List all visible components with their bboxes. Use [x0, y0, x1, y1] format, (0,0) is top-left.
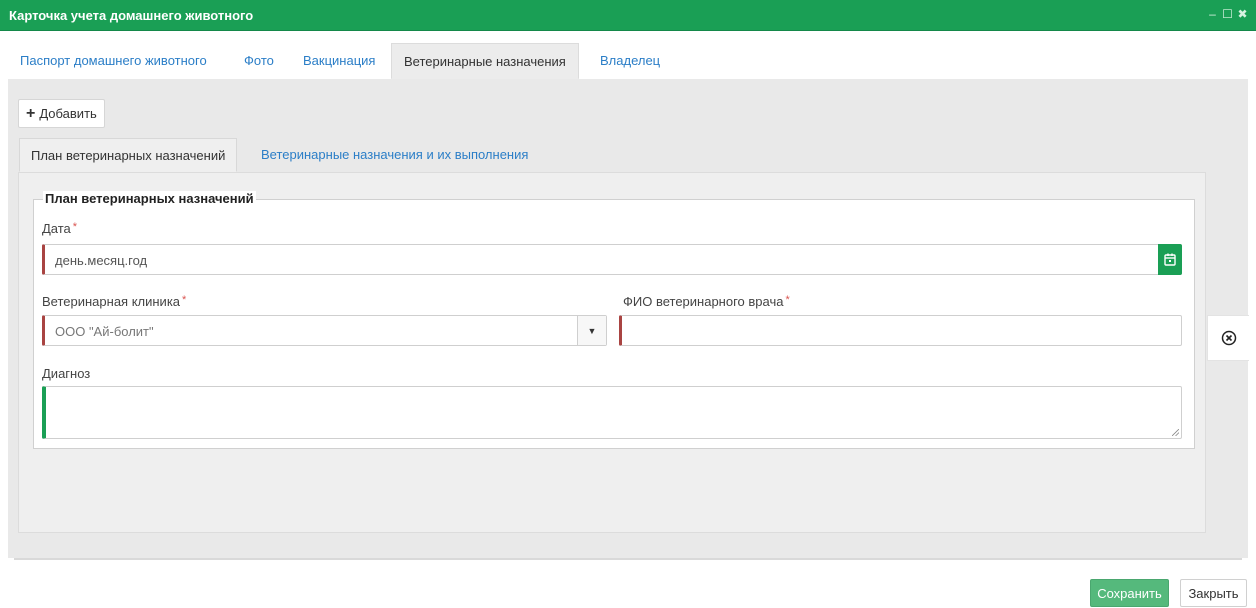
date-input[interactable]: день.месяц.год [42, 244, 1182, 275]
vet-name-label: ФИО ветеринарного врача * [623, 294, 790, 309]
fieldset-legend: План ветеринарных назначений [43, 191, 256, 206]
diagnosis-label: Диагноз [42, 366, 91, 381]
calendar-icon [1164, 253, 1176, 266]
subtab-panel: План ветеринарных назначений Дата * день.… [18, 172, 1206, 533]
tab-photo[interactable]: Фото [232, 43, 286, 79]
date-placeholder: день.месяц.год [55, 253, 148, 268]
window-controls: – ☐ ✖ [1206, 7, 1249, 22]
tab-vet-assignments[interactable]: Ветеринарные назначения [391, 43, 579, 79]
minimize-icon[interactable]: – [1206, 7, 1219, 22]
required-mark: * [182, 294, 187, 306]
vet-name-input[interactable] [619, 315, 1182, 346]
tab-panel: + Добавить План ветеринарных назначений … [8, 79, 1248, 558]
required-mark: * [785, 294, 790, 306]
clinic-select[interactable]: ООО "Ай-болит" ▼ [42, 315, 607, 346]
circle-x-icon [1221, 330, 1236, 346]
date-label: Дата * [42, 221, 77, 236]
remove-block-button[interactable] [1207, 315, 1249, 361]
resize-handle-icon[interactable] [1172, 429, 1179, 436]
footer-divider [14, 558, 1242, 560]
maximize-icon[interactable]: ☐ [1221, 7, 1234, 22]
add-button-label: Добавить [39, 106, 97, 121]
add-button[interactable]: + Добавить [18, 99, 105, 128]
vet-name-label-text: ФИО ветеринарного врача [623, 294, 784, 309]
subtab-plan[interactable]: План ветеринарных назначений [19, 138, 238, 172]
tab-vaccination[interactable]: Вакцинация [291, 43, 387, 79]
required-mark: * [72, 221, 78, 233]
tab-passport[interactable]: Паспорт домашнего животного [8, 43, 219, 79]
clinic-label: Ветеринарная клиника * [42, 294, 186, 309]
window-title: Карточка учета домашнего животного [9, 8, 254, 23]
date-label-text: Дата [42, 221, 71, 236]
calendar-button[interactable] [1158, 244, 1182, 275]
plan-fieldset: План ветеринарных назначений Дата * день.… [33, 191, 1195, 449]
clinic-select-value: ООО "Ай-болит" [55, 324, 154, 339]
plus-icon: + [26, 104, 36, 122]
window-titlebar: Карточка учета домашнего животного – ☐ ✖ [0, 0, 1256, 31]
subtab-assignments-and-execution[interactable]: Ветеринарные назначения и их выполнения [250, 138, 539, 172]
save-button[interactable]: Сохранить [1090, 579, 1169, 607]
close-icon[interactable]: ✖ [1236, 7, 1249, 22]
diagnosis-textarea[interactable] [42, 386, 1182, 439]
caret-down-icon[interactable]: ▼ [577, 316, 606, 345]
main-tabs: Паспорт домашнего животного Фото Вакцина… [8, 43, 1248, 80]
tab-owner[interactable]: Владелец [588, 43, 672, 79]
close-button[interactable]: Закрыть [1180, 579, 1247, 607]
clinic-label-text: Ветеринарная клиника [42, 294, 181, 309]
